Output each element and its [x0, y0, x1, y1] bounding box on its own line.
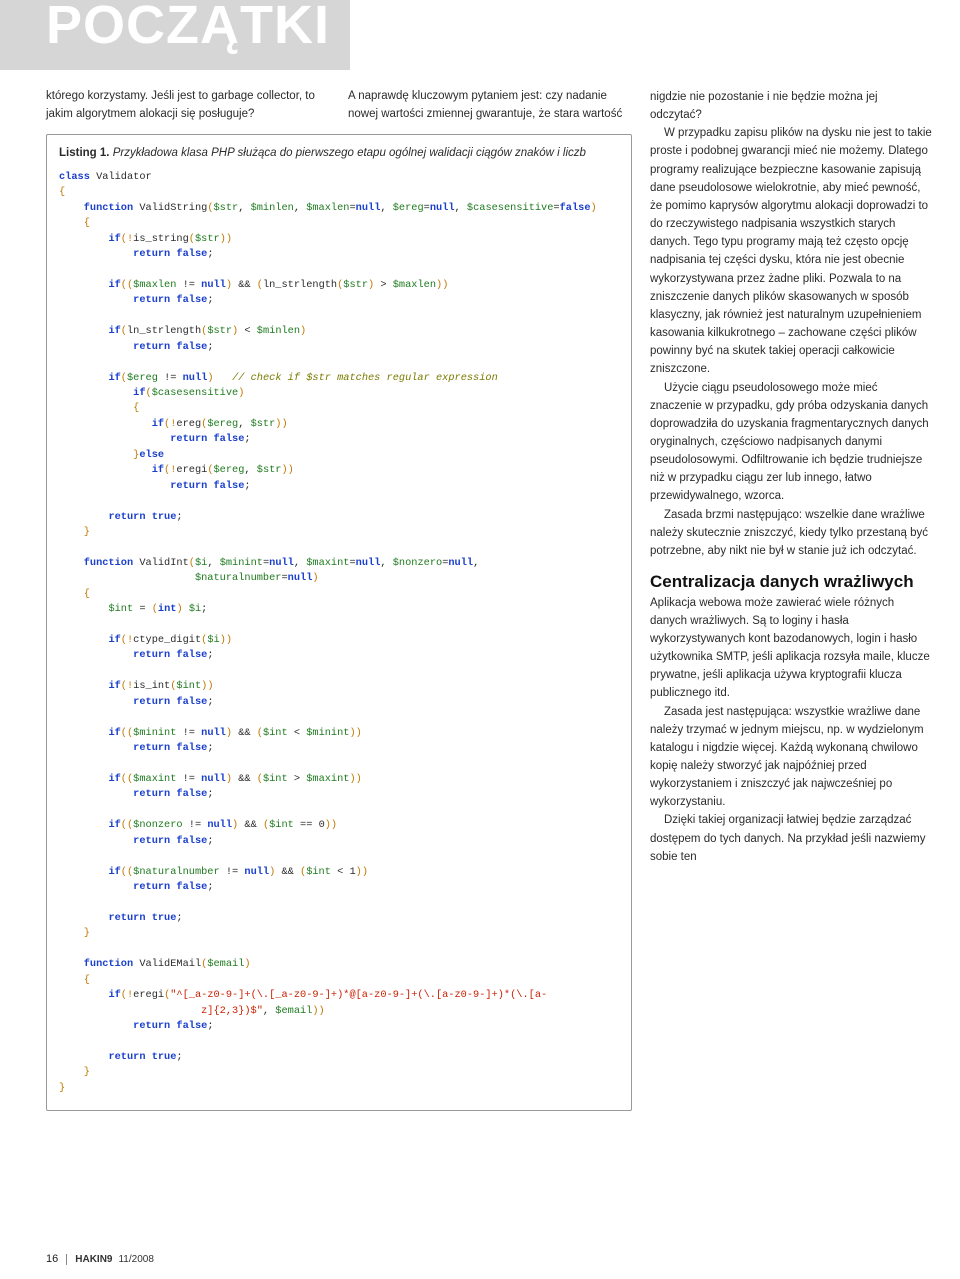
paragraph: Zasada brzmi następująco: wszelkie dane …	[650, 506, 932, 560]
listing-label: Listing 1.	[59, 147, 109, 159]
issue-number: 11/2008	[118, 1254, 153, 1265]
paragraph: Aplikacja webowa może zawierać wiele róż…	[650, 594, 932, 703]
magazine-name: HAKIN9	[75, 1254, 112, 1265]
paragraph: Dzięki takiej organizacji łatwiej będzie…	[650, 811, 932, 865]
paragraph: nigdzie nie pozostanie i nie będzie możn…	[650, 88, 932, 124]
left-column: którego korzystamy. Jeśli jest to garbag…	[46, 88, 632, 1111]
paragraph: W przypadku zapisu plików na dysku nie j…	[650, 124, 932, 378]
page-number: 16	[46, 1253, 58, 1265]
paragraph: Zasada jest następująca: wszystkie wrażl…	[650, 703, 932, 812]
listing-box: Listing 1. Przykładowa klasa PHP służąca…	[46, 134, 632, 1112]
right-column: nigdzie nie pozostanie i nie będzie możn…	[650, 88, 932, 1111]
intro-text-right: A naprawdę kluczowym pytaniem jest: czy …	[348, 88, 630, 124]
code-block: class Validator { function ValidString($…	[59, 170, 619, 1096]
paragraph: Użycie ciągu pseudolosowego może mieć zn…	[650, 379, 932, 506]
footer-divider	[66, 1254, 67, 1265]
intro-row: którego korzystamy. Jeśli jest to garbag…	[46, 88, 632, 124]
section-title: POCZĄTKI	[46, 0, 330, 56]
intro-text-left: którego korzystamy. Jeśli jest to garbag…	[46, 88, 330, 124]
page-content: którego korzystamy. Jeśli jest to garbag…	[0, 0, 960, 1141]
listing-caption: Listing 1. Przykładowa klasa PHP służąca…	[59, 145, 619, 162]
page-footer: 16 HAKIN9 11/2008	[46, 1253, 154, 1265]
section-banner: POCZĄTKI	[0, 0, 350, 70]
section-heading: Centralizacja danych wrażliwych	[650, 572, 932, 592]
listing-caption-text: Przykładowa klasa PHP służąca do pierwsz…	[113, 147, 586, 159]
